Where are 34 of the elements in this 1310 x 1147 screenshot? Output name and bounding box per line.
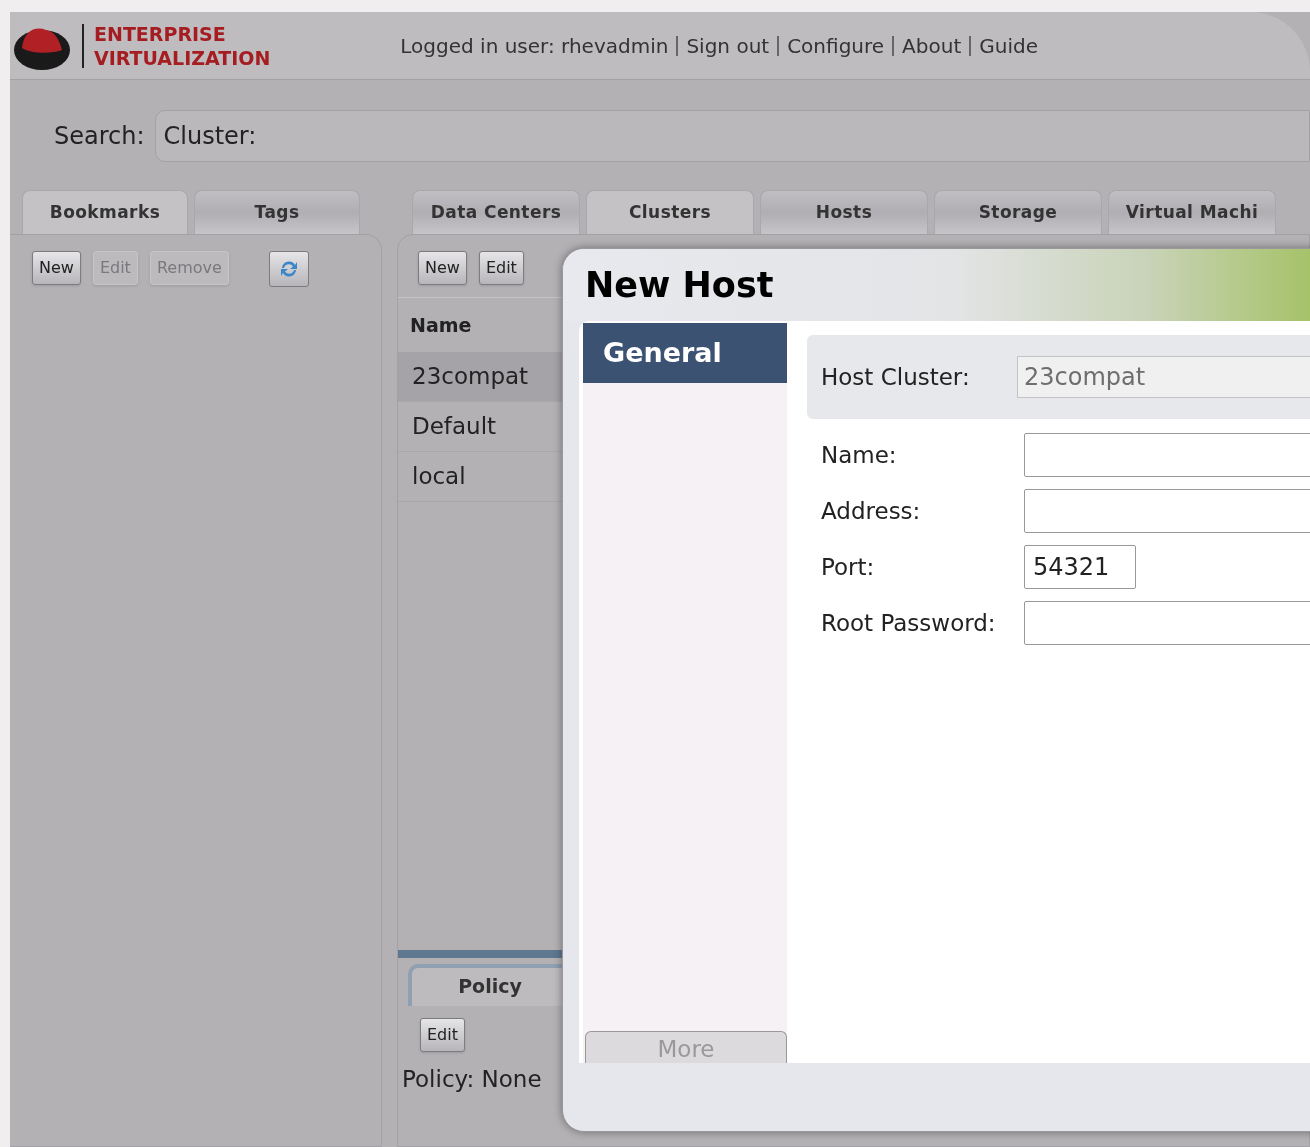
text-field[interactable]: 54321 [1024,545,1136,589]
field-label: Name: [821,440,898,470]
toolbar-button[interactable]: Edit [420,1017,465,1052]
tab[interactable]: Data Centers [412,190,580,234]
field-label: Root Password: [821,608,997,638]
dialog-title: New Host [585,263,774,307]
tab[interactable]: Bookmarks [22,190,188,234]
tab[interactable]: Tags [194,190,360,234]
search-label: Search: [54,121,145,152]
brand-text: VIRTUALIZATION [94,45,271,70]
text-field[interactable] [1024,601,1310,645]
header-link[interactable]: Configure [777,35,893,56]
search-field[interactable]: Cluster: [154,110,1310,162]
header-link[interactable]: Sign out [676,35,778,56]
header-link[interactable]: Guide [969,35,1046,56]
policy-text: Policy: None [402,1064,543,1094]
field-label: Address: [821,496,922,526]
tab[interactable]: Hosts [760,190,928,234]
toolbar-button[interactable]: Edit [478,251,524,285]
tab[interactable]: Virtual Machi [1108,190,1276,234]
tab[interactable]: Clusters [586,190,754,234]
refresh-icon[interactable] [268,251,309,287]
tab[interactable]: Storage [934,190,1102,234]
field-label: Host Cluster: [821,362,971,392]
header-link[interactable]: About [892,35,970,56]
brand-text: ENTERPRISE [94,21,227,46]
field-label: Port: [821,552,876,582]
text-field[interactable] [1024,433,1310,477]
text-field[interactable] [1024,489,1310,533]
toolbar-button[interactable]: New [32,251,81,285]
user-text: Logged in user: rhevadmin [399,32,670,60]
toolbar-button[interactable]: New [418,251,467,285]
host-cluster-field[interactable]: 23compat [1017,356,1310,398]
nav-item[interactable]: General [583,323,787,383]
